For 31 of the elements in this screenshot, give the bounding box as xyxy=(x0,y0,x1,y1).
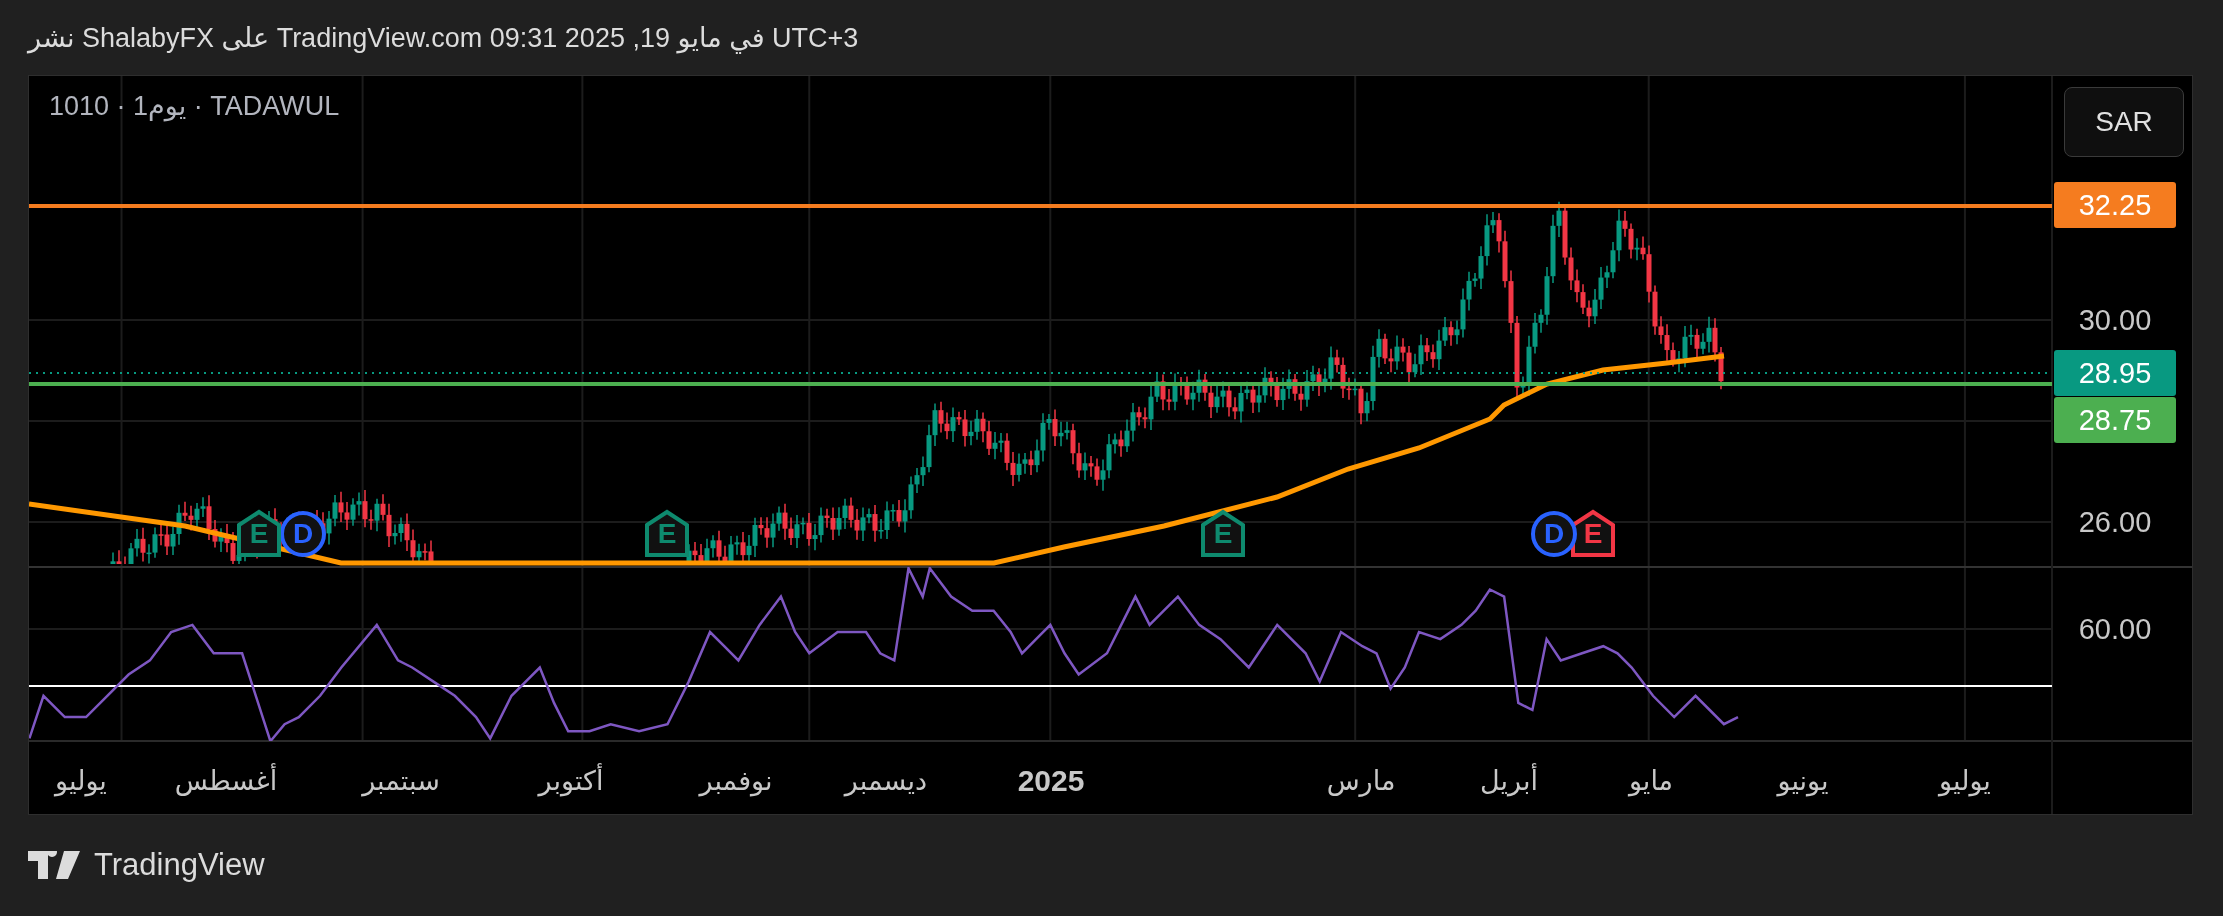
price-label: 28.95 xyxy=(2054,350,2176,396)
tradingview-logo-icon xyxy=(28,851,80,879)
price-label: 32.25 xyxy=(2054,182,2176,228)
earnings-marker[interactable]: E xyxy=(235,509,283,559)
horizontal-line[interactable] xyxy=(29,382,2052,386)
time-axis-label: سبتمبر xyxy=(362,765,440,799)
symbol-title: 1010 · 1يوم · TADAWUL xyxy=(49,90,340,124)
earnings-marker[interactable]: E xyxy=(1569,509,1617,559)
brand-name: TradingView xyxy=(94,847,265,883)
rsi-axis-label: 60.00 xyxy=(2077,611,2153,647)
dividend-marker[interactable]: D xyxy=(279,509,327,559)
time-axis-label: يوليو xyxy=(1939,765,1991,799)
time-axis-label: 2025 xyxy=(1017,763,1085,799)
time-axis-label: نوفمبر xyxy=(699,765,773,799)
time-axis-label: يوليو xyxy=(55,765,107,799)
publish-info: نشر ShalabyFX على TradingView.com في مايو 19, 2025 09:31 UTC+3 xyxy=(28,21,859,54)
horizontal-line[interactable] xyxy=(29,204,2052,208)
earnings-marker[interactable]: E xyxy=(1199,509,1247,559)
time-axis-label: ديسمبر xyxy=(844,765,928,799)
time-axis-label: أبريل xyxy=(1480,761,1538,801)
time-axis-label: أغسطس xyxy=(174,761,278,801)
dividend-marker[interactable]: D xyxy=(1530,509,1578,559)
time-axis-label: مايو xyxy=(1628,765,1674,799)
time-axis-label: مارس xyxy=(1326,765,1396,799)
price-label: 28.75 xyxy=(2054,397,2176,443)
price-axis-label: 26.00 xyxy=(2077,504,2153,540)
time-axis-label: أكتوبر xyxy=(538,761,604,801)
time-axis-label: يونيو xyxy=(1777,765,1829,799)
price-axis-label: 30.00 xyxy=(2077,302,2153,338)
earnings-marker[interactable]: E xyxy=(643,509,691,559)
currency-button[interactable]: SAR xyxy=(2064,87,2184,157)
